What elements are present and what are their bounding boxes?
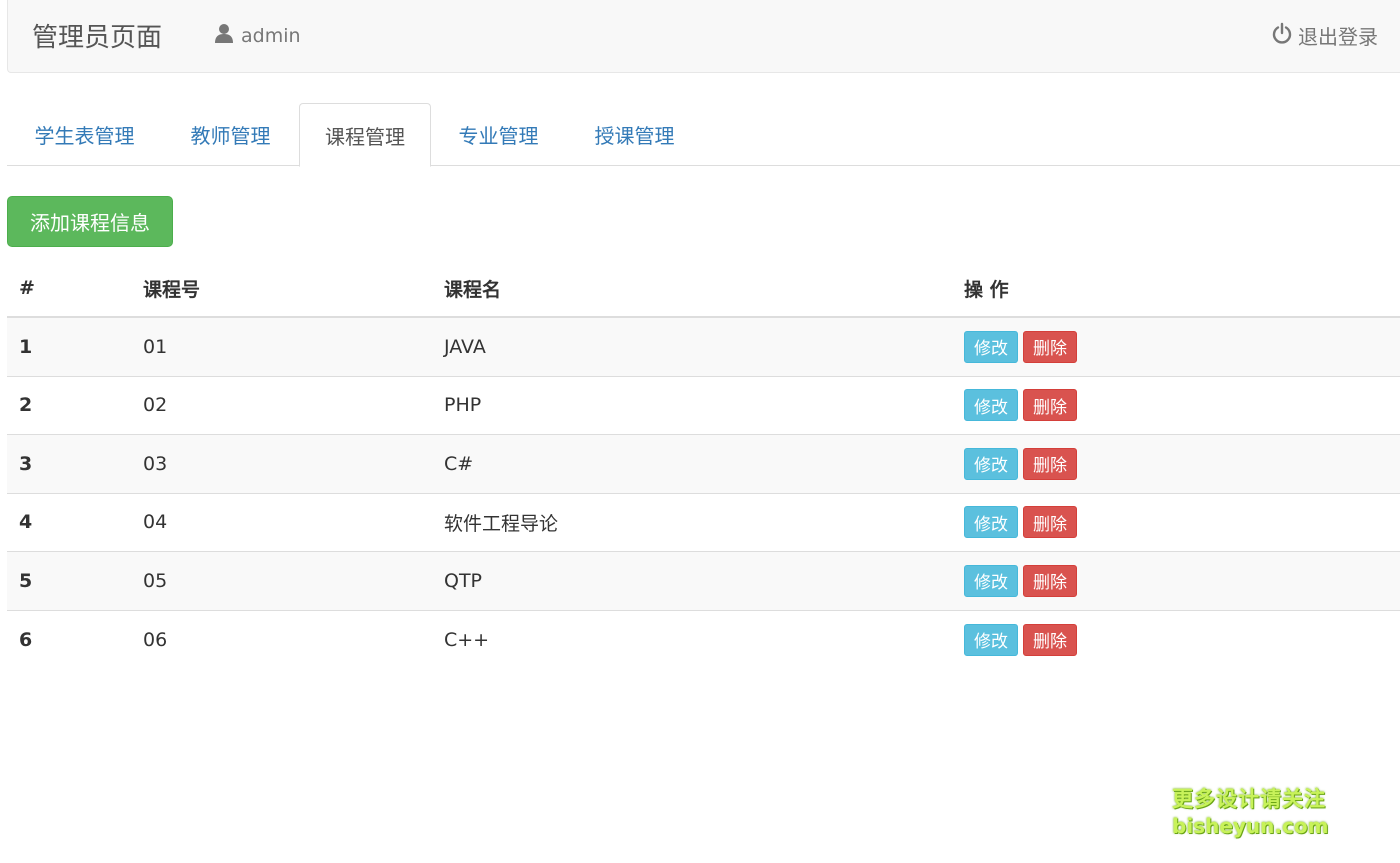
page-title[interactable]: 管理员页面: [32, 17, 162, 54]
row-actions: 修改 删除: [964, 494, 1077, 552]
table-row: 5 05 QTP 修改 删除: [7, 552, 1400, 611]
user-icon: [213, 22, 235, 49]
edit-button[interactable]: 修改: [964, 623, 1018, 656]
delete-button[interactable]: 删除: [1023, 447, 1077, 480]
add-course-button[interactable]: 添加课程信息: [7, 196, 173, 247]
tab-teacher[interactable]: 教师管理: [162, 103, 299, 166]
row-name: QTP: [444, 569, 483, 592]
row-code: 02: [143, 394, 168, 417]
table-row: 1 01 JAVA 修改 删除: [7, 318, 1400, 377]
delete-button[interactable]: 删除: [1023, 330, 1077, 363]
logout-link[interactable]: 退出登录: [1271, 21, 1378, 50]
delete-button[interactable]: 删除: [1023, 389, 1077, 422]
row-actions: 修改 删除: [964, 318, 1077, 376]
row-name: JAVA: [444, 335, 486, 358]
row-actions: 修改 删除: [964, 435, 1077, 493]
table-row: 2 02 PHP 修改 删除: [7, 377, 1400, 435]
logout-label: 退出登录: [1298, 25, 1378, 49]
watermark-line2: bisheyun.com: [1172, 814, 1329, 838]
nav-tabs: 学生表管理 教师管理 课程管理 专业管理 授课管理: [7, 103, 1400, 167]
tab-major[interactable]: 专业管理: [431, 103, 566, 166]
edit-button[interactable]: 修改: [964, 506, 1018, 539]
edit-button[interactable]: 修改: [964, 447, 1018, 480]
tab-teaching[interactable]: 授课管理: [566, 103, 703, 166]
row-actions: 修改 删除: [964, 552, 1077, 610]
row-name: C#: [444, 452, 474, 475]
row-name: PHP: [444, 394, 482, 417]
table-row: 3 03 C# 修改 删除: [7, 435, 1400, 494]
header-name: 课程名: [444, 278, 502, 301]
edit-button[interactable]: 修改: [964, 389, 1018, 422]
row-code: 01: [143, 335, 168, 358]
row-code: 05: [143, 569, 168, 592]
row-code: 06: [143, 628, 168, 651]
row-index: 5: [19, 569, 33, 592]
tab-student[interactable]: 学生表管理: [7, 103, 162, 166]
course-table: # 课程号 课程名 操 作 1 01 JAVA 修改 删除 2 02 PHP 修…: [7, 260, 1400, 669]
table-row: 4 04 软件工程导论 修改 删除: [7, 494, 1400, 552]
row-name: C++: [444, 628, 490, 651]
row-index: 4: [19, 511, 33, 534]
row-index: 2: [19, 394, 33, 417]
top-navbar: 管理员页面 admin 退出登录: [7, 0, 1400, 73]
row-index: 1: [19, 335, 33, 358]
delete-button[interactable]: 删除: [1023, 506, 1077, 539]
row-actions: 修改 删除: [964, 611, 1077, 670]
row-code: 04: [143, 511, 168, 534]
edit-button[interactable]: 修改: [964, 330, 1018, 363]
header-index: #: [19, 277, 35, 299]
watermark: 更多设计请关注 bisheyun.com: [1172, 786, 1332, 840]
row-name: 软件工程导论: [444, 512, 559, 535]
header-actions: 操 作: [964, 278, 1009, 301]
delete-button[interactable]: 删除: [1023, 564, 1077, 597]
row-index: 6: [19, 628, 33, 651]
tab-course[interactable]: 课程管理: [299, 103, 431, 167]
row-index: 3: [19, 452, 33, 475]
row-actions: 修改 删除: [964, 377, 1077, 435]
table-header: # 课程号 课程名 操 作: [7, 260, 1400, 318]
username-label: admin: [241, 24, 301, 47]
edit-button[interactable]: 修改: [964, 564, 1018, 597]
header-code: 课程号: [143, 278, 201, 301]
delete-button[interactable]: 删除: [1023, 623, 1077, 656]
table-row: 6 06 C++ 修改 删除: [7, 611, 1400, 670]
watermark-line1: 更多设计请关注: [1172, 787, 1326, 811]
row-code: 03: [143, 452, 168, 475]
current-user: admin: [213, 22, 301, 49]
power-icon: [1271, 22, 1293, 49]
